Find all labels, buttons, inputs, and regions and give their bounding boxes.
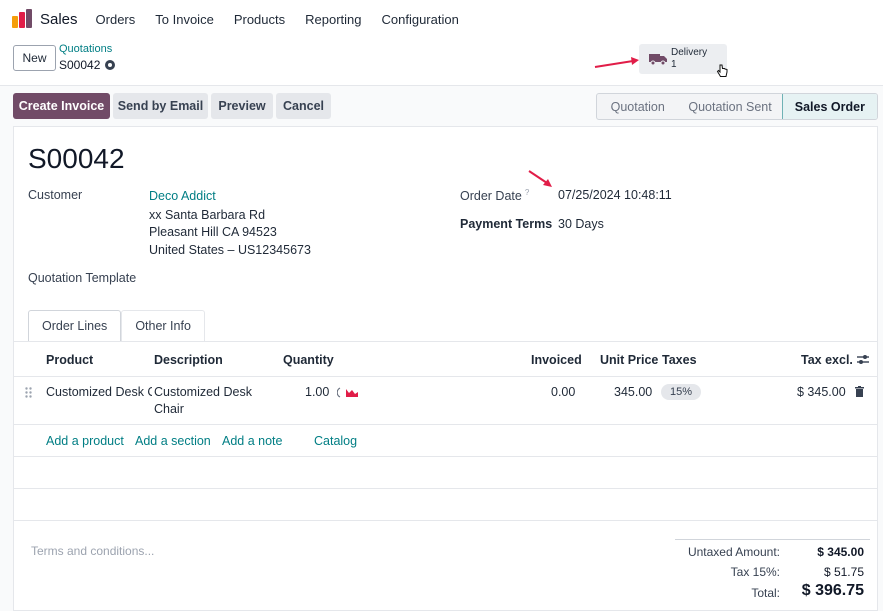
address-line-2: Pleasant Hill CA 94523: [149, 225, 277, 239]
tax-label: Tax 15%:: [730, 565, 780, 579]
payment-terms-label: Payment Terms: [460, 217, 553, 231]
col-unit-price[interactable]: Unit Price: [600, 353, 658, 367]
add-product-link[interactable]: Add a product: [46, 434, 124, 448]
form-tabs: Order Lines Other Info: [28, 310, 205, 341]
tab-order-lines[interactable]: Order Lines: [28, 310, 122, 341]
forecast-chart-icon[interactable]: [337, 387, 359, 398]
app-name[interactable]: Sales: [40, 11, 78, 28]
total-value: $ 396.75: [801, 582, 864, 599]
address-line-3: United States – US12345673: [149, 243, 311, 257]
sales-app-icon[interactable]: [12, 9, 32, 29]
breadcrumb-current: S00042: [59, 58, 116, 72]
stage-quotation-sent[interactable]: Quotation Sent: [678, 94, 781, 119]
line-description-2[interactable]: Chair: [154, 402, 184, 416]
order-date-label: Order Date?: [460, 188, 529, 203]
customer-label: Customer: [28, 188, 83, 202]
gear-icon[interactable]: [105, 60, 116, 70]
untaxed-label: Untaxed Amount:: [687, 545, 780, 559]
add-note-link[interactable]: Add a note: [222, 434, 282, 448]
cancel-button[interactable]: Cancel: [276, 93, 331, 119]
create-invoice-button[interactable]: Create Invoice: [13, 93, 110, 119]
order-date-value[interactable]: 07/25/2024 10:48:11: [558, 188, 672, 202]
breadcrumb-quotations[interactable]: Quotations: [59, 43, 112, 55]
line-invoiced: 0.00: [551, 385, 576, 399]
delivery-count: 1: [671, 59, 677, 70]
col-quantity[interactable]: Quantity: [283, 353, 334, 367]
order-date-label-text: Order Date: [460, 189, 522, 204]
tax-badge[interactable]: 15%: [661, 384, 702, 400]
menu-orders[interactable]: Orders: [96, 12, 136, 27]
truck-icon: [649, 54, 667, 65]
totals-divider: [675, 539, 870, 540]
send-by-email-button[interactable]: Send by Email: [113, 93, 208, 119]
new-button[interactable]: New: [13, 45, 56, 71]
row-divider: [14, 424, 877, 425]
header-divider: [14, 376, 877, 377]
tax-value: $ 51.75: [823, 565, 864, 579]
help-icon[interactable]: ?: [525, 188, 529, 197]
line-unit-price[interactable]: 345.00: [614, 385, 652, 399]
top-navbar: Sales Orders To Invoice Products Reporti…: [0, 0, 883, 38]
line-product[interactable]: Customized Desk C: [46, 385, 152, 399]
row-divider: [14, 488, 877, 489]
preview-button[interactable]: Preview: [211, 93, 273, 119]
form-sheet: S00042 Customer Deco Addict xx Santa Bar…: [13, 126, 878, 611]
trash-icon[interactable]: [855, 386, 864, 397]
row-divider: [14, 520, 877, 521]
stage-quotation[interactable]: Quotation: [597, 94, 678, 119]
col-tax-excl[interactable]: Tax excl.: [801, 353, 853, 367]
delivery-smart-button[interactable]: Delivery 1: [639, 44, 727, 74]
breadcrumb-current-label: S00042: [59, 58, 101, 72]
column-settings-icon[interactable]: [857, 354, 869, 365]
add-section-link[interactable]: Add a section: [135, 434, 211, 448]
menu-to-invoice[interactable]: To Invoice: [155, 12, 214, 27]
order-lines-table: Product Description Quantity Invoiced Un…: [14, 341, 877, 521]
status-bar: Quotation Quotation Sent Sales Order: [596, 93, 878, 120]
col-product[interactable]: Product: [46, 353, 93, 367]
menu-configuration[interactable]: Configuration: [382, 12, 459, 27]
line-subtotal: $ 345.00: [797, 385, 846, 399]
drag-handle-icon[interactable]: [25, 387, 32, 398]
col-invoiced[interactable]: Invoiced: [531, 353, 582, 367]
col-taxes[interactable]: Taxes: [662, 353, 697, 367]
address-line-1: xx Santa Barbara Rd: [149, 208, 266, 222]
control-panel: New Quotations S00042 Delivery 1: [0, 38, 883, 86]
quotation-template-label: Quotation Template: [28, 271, 137, 285]
untaxed-value: $ 345.00: [817, 545, 864, 559]
delivery-label: Delivery: [671, 47, 708, 58]
hand-cursor-icon: [716, 64, 728, 77]
order-name: S00042: [28, 143, 125, 174]
action-bar: Create Invoice Send by Email Preview Can…: [0, 86, 883, 126]
line-quantity[interactable]: 1.00: [305, 385, 329, 399]
menu-products[interactable]: Products: [234, 12, 285, 27]
catalog-link[interactable]: Catalog: [314, 434, 357, 448]
stage-sales-order[interactable]: Sales Order: [781, 94, 877, 119]
col-description[interactable]: Description: [154, 353, 223, 367]
customer-link[interactable]: Deco Addict: [149, 189, 216, 203]
tab-other-info[interactable]: Other Info: [121, 310, 205, 341]
menu-reporting[interactable]: Reporting: [305, 12, 361, 27]
line-description-1[interactable]: Customized Desk: [154, 385, 252, 399]
row-divider: [14, 456, 877, 457]
payment-terms-value[interactable]: 30 Days: [558, 217, 604, 231]
terms-field[interactable]: Terms and conditions...: [31, 544, 154, 558]
